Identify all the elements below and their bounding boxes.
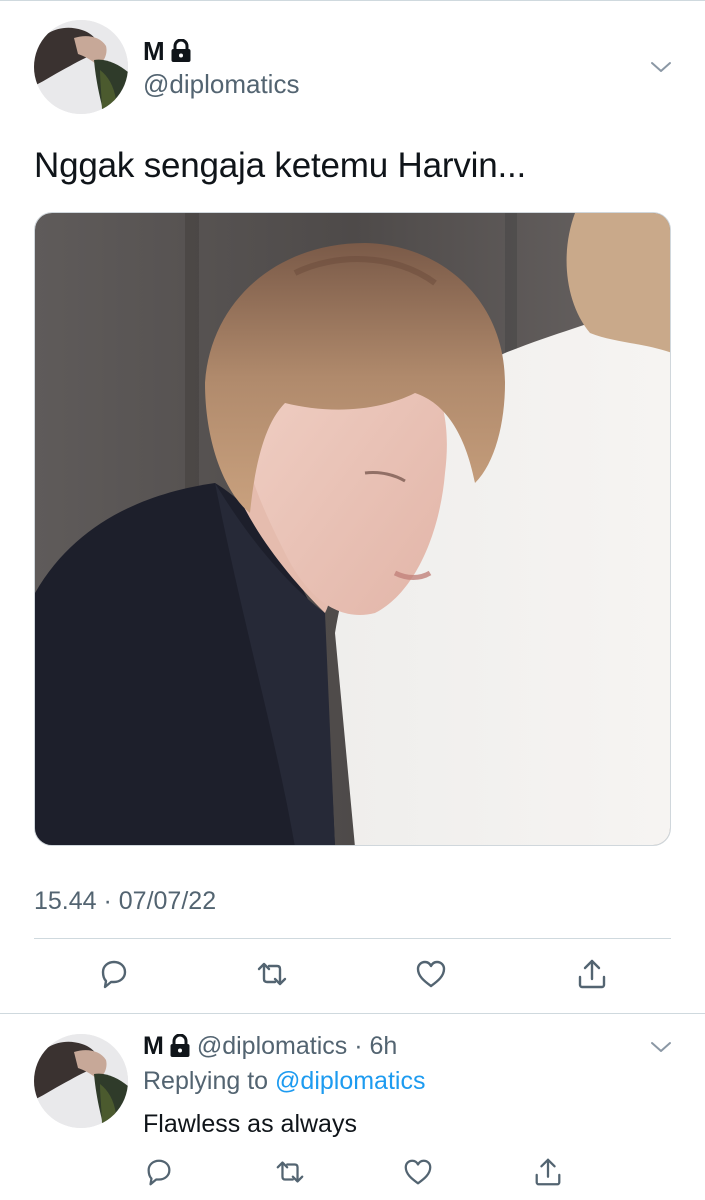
handle-time[interactable]: @diplomatics · 6h (197, 1030, 397, 1062)
share-icon (532, 1156, 564, 1188)
user-handle[interactable]: @diplomatics (143, 68, 299, 100)
mention-link[interactable]: @diplomatics (275, 1067, 425, 1095)
replying-prefix: Replying to (143, 1067, 276, 1095)
retweet-button[interactable] (272, 1154, 308, 1190)
share-button[interactable] (530, 1154, 566, 1190)
share-icon (575, 957, 609, 991)
top-divider (0, 0, 705, 1)
like-button[interactable] (400, 1154, 436, 1190)
display-name-text: M (143, 36, 165, 66)
reply-icon (97, 957, 131, 991)
lock-icon (169, 1033, 191, 1058)
share-button[interactable] (574, 956, 610, 992)
replying-to: Replying to @diplomatics (143, 1065, 425, 1097)
display-name[interactable]: M (143, 36, 192, 66)
divider (0, 1013, 705, 1014)
reply-button[interactable] (96, 956, 132, 992)
reply-text: Flawless as always (143, 1110, 357, 1138)
divider (34, 938, 671, 939)
display-name-text[interactable]: M (143, 1030, 164, 1062)
chevron-down-icon[interactable] (650, 60, 672, 74)
tweet-timestamp[interactable]: 15.44 · 07/07/22 (34, 885, 216, 917)
tweet-text: Nggak sengaja ketemu Harvin... (34, 146, 527, 185)
reply-icon (143, 1156, 175, 1188)
lock-icon (170, 38, 192, 63)
avatar[interactable] (34, 1034, 128, 1128)
reply-header: M @diplomatics · 6h (143, 1030, 397, 1062)
like-button[interactable] (413, 956, 449, 992)
retweet-icon (274, 1156, 306, 1188)
chevron-down-icon[interactable] (650, 1040, 672, 1054)
tweet-photo[interactable] (34, 212, 671, 846)
like-icon (402, 1156, 434, 1188)
retweet-button[interactable] (254, 956, 290, 992)
retweet-icon (255, 957, 289, 991)
reply-button[interactable] (141, 1154, 177, 1190)
like-icon (414, 957, 448, 991)
avatar[interactable] (34, 20, 128, 114)
